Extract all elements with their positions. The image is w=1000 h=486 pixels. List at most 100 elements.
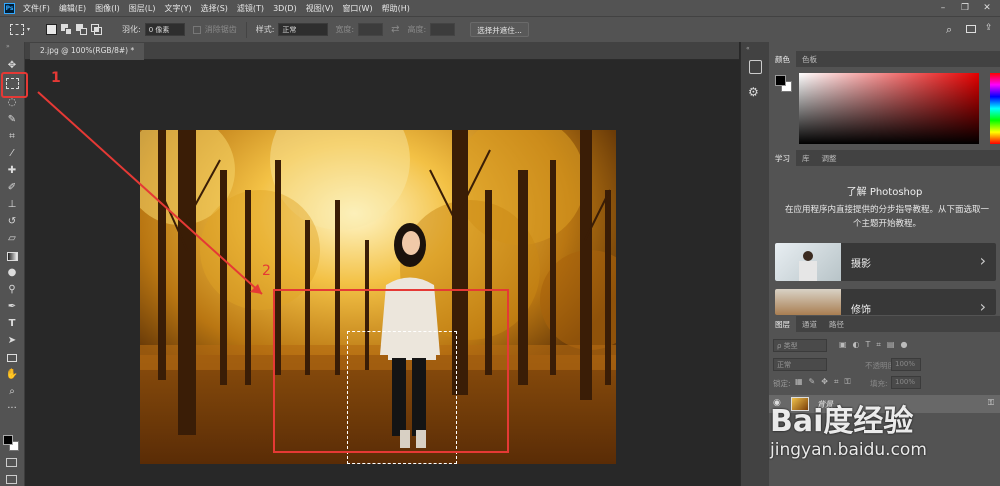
history-panel-icon[interactable] [749, 60, 762, 74]
eyedropper-tool-icon[interactable]: ⁄ [3, 147, 21, 161]
options-bar: ▾ 羽化: 0 像素 消除锯齿 样式: 正常 宽度: ⇄ 高度: 选择并遮住..… [0, 16, 1000, 42]
zoom-tool-icon[interactable]: ⌕ [3, 385, 21, 399]
properties-panel-icon[interactable]: ⚙ [748, 85, 759, 99]
subtract-selection-icon[interactable] [76, 24, 88, 35]
layers-panel-tabs: 图层 通道 路径 [769, 316, 1000, 332]
tab-libraries[interactable]: 库 [796, 150, 816, 166]
brush-tool-icon[interactable]: ✐ [3, 181, 21, 195]
feather-input[interactable]: 0 像素 [144, 23, 185, 36]
menu-view[interactable]: 视图(V) [306, 3, 334, 14]
marquee-preset-icon[interactable] [10, 24, 24, 35]
quick-mask-icon[interactable] [6, 458, 17, 467]
tab-layers[interactable]: 图层 [769, 316, 796, 332]
clone-stamp-tool-icon[interactable]: ⊥ [3, 198, 21, 212]
gradient-tool-icon[interactable] [3, 249, 21, 263]
menu-filter[interactable]: 滤镜(T) [237, 3, 264, 14]
learn-description: 在应用程序内直接提供的分步指导教程。从下面选取一个主题开始教程。 [784, 205, 989, 229]
menu-window[interactable]: 窗口(W) [342, 3, 372, 14]
rectangle-tool-icon[interactable] [3, 351, 21, 365]
menu-file[interactable]: 文件(F) [23, 3, 50, 14]
divider [245, 21, 247, 38]
dodge-tool-icon[interactable]: ⚲ [3, 283, 21, 297]
tab-adjustments[interactable]: 调整 [816, 150, 843, 166]
healing-brush-tool-icon[interactable]: ✚ [3, 164, 21, 178]
hand-tool-icon[interactable]: ✋ [3, 368, 21, 382]
tools-panel: » ✥ ◌ ✎ ⌗ ⁄ ✚ ✐ ⊥ ↺ ▱ ● ⚲ ✒ T ➤ ✋ ⌕ ··· [0, 42, 25, 486]
learn-card-retouch[interactable]: 修饰 › [775, 289, 996, 315]
chevron-right-icon: › [979, 297, 986, 315]
tab-color[interactable]: 颜色 [769, 51, 796, 67]
card-label: 摄影 [851, 259, 871, 270]
chevron-right-icon: › [979, 251, 986, 270]
screen-mode-icon[interactable] [6, 475, 17, 484]
select-and-mask-button[interactable]: 选择并遮住... [470, 22, 529, 37]
height-label: 高度: [407, 25, 427, 34]
eraser-tool-icon[interactable]: ▱ [3, 232, 21, 246]
menu-select[interactable]: 选择(S) [201, 3, 228, 14]
add-selection-icon[interactable] [61, 24, 73, 35]
quick-select-tool-icon[interactable]: ✎ [3, 113, 21, 127]
tab-learn[interactable]: 学习 [769, 150, 796, 166]
blend-mode-select[interactable]: 正常 [773, 358, 827, 371]
foreground-swatch[interactable] [775, 75, 786, 86]
document-tab-bar: 2.jpg @ 100%(RGB/8#) * [25, 42, 739, 60]
hue-slider[interactable] [990, 73, 1000, 144]
minimize-icon[interactable]: – [932, 0, 954, 16]
width-label: 宽度: [335, 25, 355, 34]
menu-image[interactable]: 图像(I) [95, 3, 120, 14]
maximize-icon[interactable]: ❐ [954, 0, 976, 16]
search-icon[interactable]: ⌕ [946, 23, 952, 37]
chevron-down-icon[interactable]: ▾ [27, 26, 30, 33]
menu-layer[interactable]: 图层(L) [129, 3, 156, 14]
learn-panel-tabs: 学习 库 调整 [769, 150, 1000, 166]
lasso-tool-icon[interactable]: ◌ [3, 96, 21, 110]
workspace-icon[interactable] [966, 25, 976, 33]
move-tool-icon[interactable]: ✥ [3, 59, 21, 73]
learn-card-photography[interactable]: 摄影 › [775, 243, 996, 281]
antialias-label: 消除锯齿 [204, 25, 237, 34]
collapse-icon[interactable]: » [6, 43, 10, 50]
document-image[interactable] [140, 130, 616, 464]
annotation-label-1: 1 [51, 70, 61, 86]
opacity-input[interactable]: 100% [891, 358, 921, 371]
close-icon[interactable]: ✕ [976, 0, 998, 16]
feather-label: 羽化: [122, 25, 141, 34]
style-label: 样式: [255, 25, 275, 34]
pen-tool-icon[interactable]: ✒ [3, 300, 21, 314]
type-tool-icon[interactable]: T [3, 317, 21, 331]
swap-icon[interactable]: ⇄ [391, 24, 399, 35]
watermark: Bai度经验 jingyan.baidu.com [770, 378, 1000, 486]
width-input[interactable] [358, 23, 384, 36]
annotation-label-2: 2 [262, 263, 271, 279]
history-brush-tool-icon[interactable]: ↺ [3, 215, 21, 229]
crop-tool-icon[interactable]: ⌗ [3, 130, 21, 144]
menu-bar: Ps 文件(F) 编辑(E) 图像(I) 图层(L) 文字(Y) 选择(S) 滤… [0, 0, 1000, 16]
tab-swatches[interactable]: 色板 [796, 51, 823, 67]
watermark-brand: Bai度经验 [770, 404, 914, 439]
menu-help[interactable]: 帮助(H) [382, 3, 410, 14]
more-tools-icon[interactable]: ··· [3, 402, 21, 416]
watermark-url: jingyan.baidu.com [770, 440, 927, 460]
card-label: 修饰 [851, 305, 871, 315]
menu-edit[interactable]: 编辑(E) [59, 3, 86, 14]
menu-3d[interactable]: 3D(D) [273, 4, 297, 13]
new-selection-icon[interactable] [46, 24, 58, 35]
document-tab[interactable]: 2.jpg @ 100%(RGB/8#) * [30, 43, 145, 60]
rectangular-marquee-tool-icon[interactable] [6, 78, 19, 89]
height-input[interactable] [430, 23, 456, 36]
tab-paths[interactable]: 路径 [823, 316, 850, 332]
tab-channels[interactable]: 通道 [796, 316, 823, 332]
path-select-tool-icon[interactable]: ➤ [3, 334, 21, 348]
layer-filter-select[interactable]: ρ 类型 [773, 339, 827, 352]
retouch-thumbnail [775, 289, 841, 315]
blur-tool-icon[interactable]: ● [3, 266, 21, 280]
collapse-panels-icon[interactable]: « [746, 45, 750, 52]
style-select[interactable]: 正常 [278, 23, 329, 36]
share-icon[interactable]: ⇪ [985, 23, 993, 33]
intersect-selection-icon[interactable] [91, 24, 103, 35]
antialias-checkbox[interactable] [192, 25, 201, 34]
photoshop-logo: Ps [4, 2, 15, 14]
color-field[interactable] [799, 73, 979, 144]
color-panel-tabs: 颜色 色板 [769, 51, 1000, 67]
menu-type[interactable]: 文字(Y) [164, 3, 191, 14]
